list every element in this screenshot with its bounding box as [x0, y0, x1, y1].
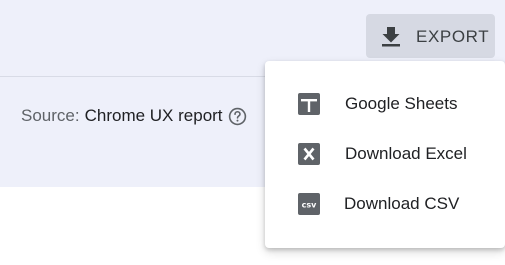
menu-item-label: Google Sheets [345, 94, 458, 113]
export-label: EXPORT [416, 27, 490, 46]
menu-item-google-sheets[interactable]: Google Sheets [265, 80, 505, 128]
menu-item-download-excel[interactable]: Download Excel [265, 130, 505, 178]
download-icon [382, 27, 400, 47]
help-circle-icon[interactable] [228, 107, 247, 126]
menu-item-label: Download CSV [344, 194, 460, 213]
export-menu: Google Sheets Download Excel csv Downloa… [265, 61, 505, 248]
menu-item-download-csv[interactable]: csv Download CSV [265, 180, 505, 228]
csv-icon-text: csv [302, 201, 318, 210]
source-prefix: Source: [21, 106, 80, 125]
source-value: Chrome UX report [84, 106, 223, 125]
excel-icon [298, 143, 320, 165]
export-button[interactable]: EXPORT [366, 14, 495, 58]
google-sheets-icon [298, 93, 320, 115]
menu-item-label: Download Excel [345, 144, 467, 163]
source-line: Source: Chrome UX report [21, 106, 247, 126]
csv-icon: csv [298, 193, 320, 215]
